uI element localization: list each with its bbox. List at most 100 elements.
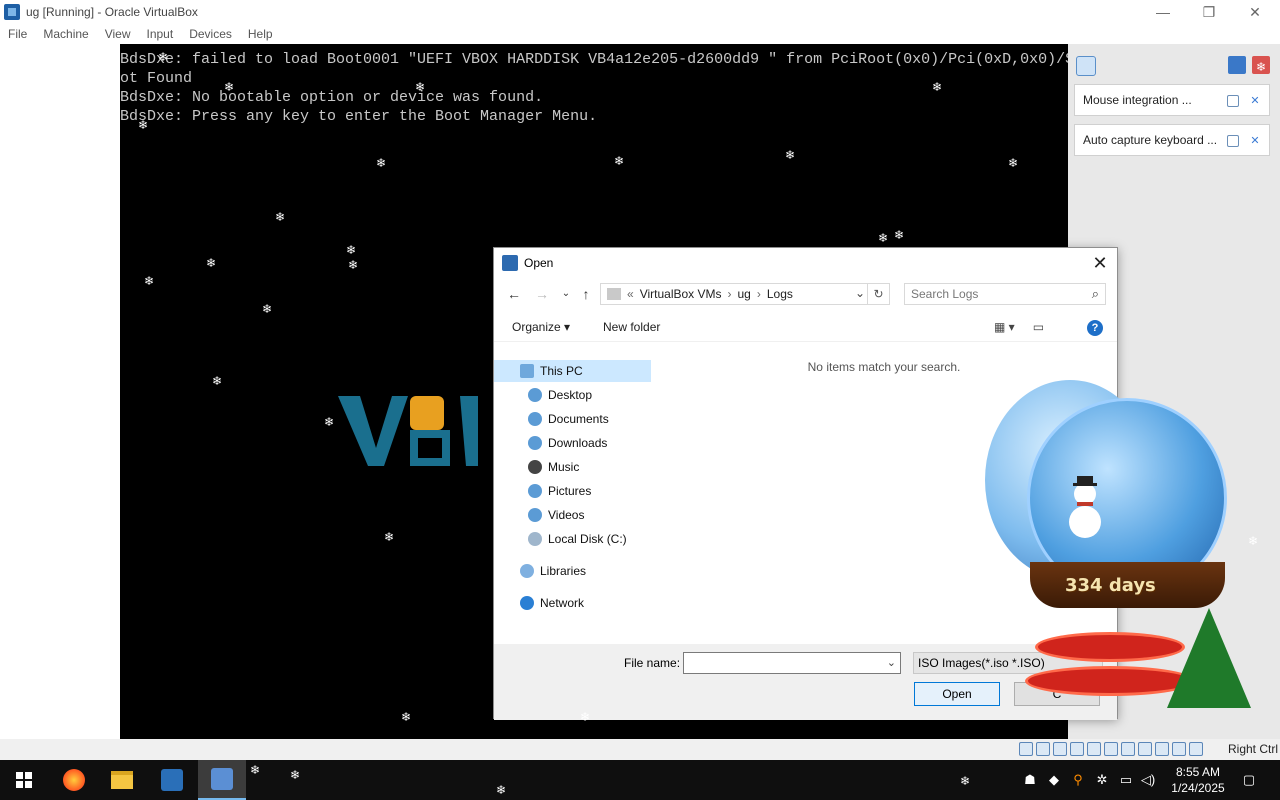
nav-network[interactable]: Network [520, 592, 584, 614]
network-icon[interactable] [1070, 742, 1084, 756]
nav-desktop[interactable]: Desktop [528, 384, 592, 406]
vm-status-bar: Right Ctrl [0, 739, 1280, 760]
nav-documents[interactable]: Documents [528, 408, 609, 430]
notification-actions: ✕ [1227, 95, 1261, 107]
refresh-icon[interactable]: ↻ [867, 284, 889, 304]
nav-music[interactable]: Music [528, 456, 579, 478]
forward-arrow-icon[interactable]: → [532, 284, 552, 304]
network-tray-icon[interactable]: ▭ [1118, 772, 1134, 788]
snowflake-icon: ❄ [212, 374, 223, 388]
notification-mouse-integration[interactable]: Mouse integration ... ✕ [1074, 84, 1270, 116]
nav-label: Pictures [548, 484, 592, 498]
water-drop-icon[interactable]: ◆ [1046, 772, 1062, 788]
chevron-down-icon[interactable]: ⌄ [855, 286, 865, 300]
pin-icon[interactable] [1076, 56, 1096, 76]
search-input[interactable]: Search Logs ⌕ [904, 283, 1106, 305]
dialog-titlebar: Open ✕ [494, 248, 1117, 278]
minimize-button[interactable]: — [1140, 0, 1186, 24]
dialog-close-button[interactable]: ✕ [1089, 252, 1111, 274]
volume-icon[interactable]: ◁) [1140, 772, 1156, 788]
breadcrumb-ug[interactable]: ug [738, 287, 751, 301]
close-button[interactable]: ✕ [1232, 0, 1278, 24]
nav-libraries[interactable]: Libraries [520, 560, 586, 582]
address-bar[interactable]: « VirtualBox VMs › ug › Logs ⌄ ↻ [600, 283, 890, 305]
system-clock[interactable]: 8:55 AM 1/24/2025 [1160, 764, 1236, 796]
recording-icon[interactable] [1138, 742, 1152, 756]
nav-this-pc[interactable]: This PC [494, 360, 651, 382]
menu-machine[interactable]: Machine [35, 27, 96, 41]
display-icon[interactable] [1121, 742, 1135, 756]
snowflake-icon[interactable]: ✲ [1094, 772, 1110, 788]
desktop: ug [Running] - Oracle VirtualBox — ❐ ✕ F… [0, 0, 1280, 800]
taskbar-virtualbox-manager[interactable] [148, 760, 196, 800]
snow-globe-widget[interactable]: 334 days [985, 380, 1255, 730]
nav-pictures[interactable]: Pictures [528, 480, 591, 502]
audio-icon[interactable] [1053, 742, 1067, 756]
snowflake-icon: ❄ [415, 80, 426, 94]
keyboard-icon[interactable] [1189, 742, 1203, 756]
snowman-icon [1069, 476, 1101, 538]
search-tray-icon[interactable]: ⚲ [1070, 772, 1086, 788]
mouse-integration-icon[interactable] [1172, 742, 1186, 756]
menu-view[interactable]: View [97, 27, 139, 41]
nav-local-disk[interactable]: Local Disk (C:) [528, 528, 627, 550]
usb-icon[interactable] [1087, 742, 1101, 756]
help-icon[interactable] [1227, 95, 1239, 107]
menu-devices[interactable]: Devices [181, 27, 240, 41]
snowflake-icon: ❄ [1248, 534, 1259, 548]
snowflake-icon: ❄ [250, 763, 261, 777]
console-line: BdsDxe: Press any key to enter the Boot … [120, 108, 598, 125]
empty-results-message: No items match your search. [807, 360, 961, 374]
notification-auto-capture[interactable]: Auto capture keyboard ... ✕ [1074, 124, 1270, 156]
optical-drive-icon[interactable] [1036, 742, 1050, 756]
new-folder-button[interactable]: New folder [603, 320, 660, 334]
layout-icon[interactable] [1228, 56, 1246, 74]
navigation-pane: This PC Desktop Documents Downloads Musi… [494, 356, 654, 646]
snowflake-icon: ❄ [348, 258, 359, 272]
chevron-down-icon[interactable]: ⌄ [556, 284, 576, 304]
pictures-icon [528, 484, 542, 498]
taskbar-vm-window[interactable] [198, 760, 246, 800]
nav-downloads[interactable]: Downloads [528, 432, 607, 454]
notification-center-icon[interactable]: ▢ [1240, 772, 1258, 788]
search-icon[interactable]: ⌕ [1092, 286, 1099, 302]
libraries-icon [520, 564, 534, 578]
taskbar-file-explorer[interactable] [98, 760, 146, 800]
nav-label: Network [540, 596, 585, 610]
help-icon[interactable]: ? [1087, 320, 1103, 336]
up-arrow-icon[interactable]: ↑ [576, 284, 596, 304]
console-output: BdsDxe: failed to load Boot0001 "UEFI VB… [120, 50, 1068, 126]
breadcrumb-virtualbox-vms[interactable]: VirtualBox VMs [640, 287, 722, 301]
preview-pane-icon[interactable]: ▭ [1033, 320, 1044, 334]
nav-label: Libraries [540, 564, 587, 578]
clock-date: 1/24/2025 [1171, 781, 1225, 795]
menu-file[interactable]: File [0, 27, 35, 41]
cpu-icon[interactable] [1155, 742, 1169, 756]
back-arrow-icon[interactable]: ← [504, 284, 524, 304]
people-icon[interactable]: ☗ [1022, 772, 1038, 788]
breadcrumb-separator: › [727, 287, 732, 301]
snowflake-icon: ❄ [206, 256, 217, 270]
snowflake-icon: ❄ [158, 50, 169, 64]
menu-help[interactable]: Help [240, 27, 281, 41]
breadcrumb-overflow[interactable]: « [627, 287, 634, 301]
restore-button[interactable]: ❐ [1186, 0, 1232, 24]
shared-folders-icon[interactable] [1104, 742, 1118, 756]
start-button[interactable] [0, 760, 48, 800]
nav-videos[interactable]: Videos [528, 504, 584, 526]
file-name-input[interactable]: ⌄ [683, 652, 901, 674]
file-name-label: File name: [624, 656, 681, 670]
folder-icon [607, 288, 621, 300]
help-icon[interactable] [1227, 135, 1239, 147]
breadcrumb-logs[interactable]: Logs [767, 287, 793, 301]
harddisk-icon[interactable] [1019, 742, 1033, 756]
dismiss-icon[interactable]: ✕ [1249, 135, 1261, 147]
menu-input[interactable]: Input [139, 27, 182, 41]
dismiss-icon[interactable]: ✕ [1249, 95, 1261, 107]
taskbar-firefox[interactable] [50, 760, 98, 800]
console-line: ot Found [120, 70, 193, 87]
view-mode-icon[interactable]: ▦ ▾ [994, 320, 1015, 334]
organize-button[interactable]: Organize ▾ [512, 320, 570, 334]
chevron-down-icon[interactable]: ⌄ [887, 656, 896, 669]
snowflake-icon: ❄ [275, 210, 286, 224]
